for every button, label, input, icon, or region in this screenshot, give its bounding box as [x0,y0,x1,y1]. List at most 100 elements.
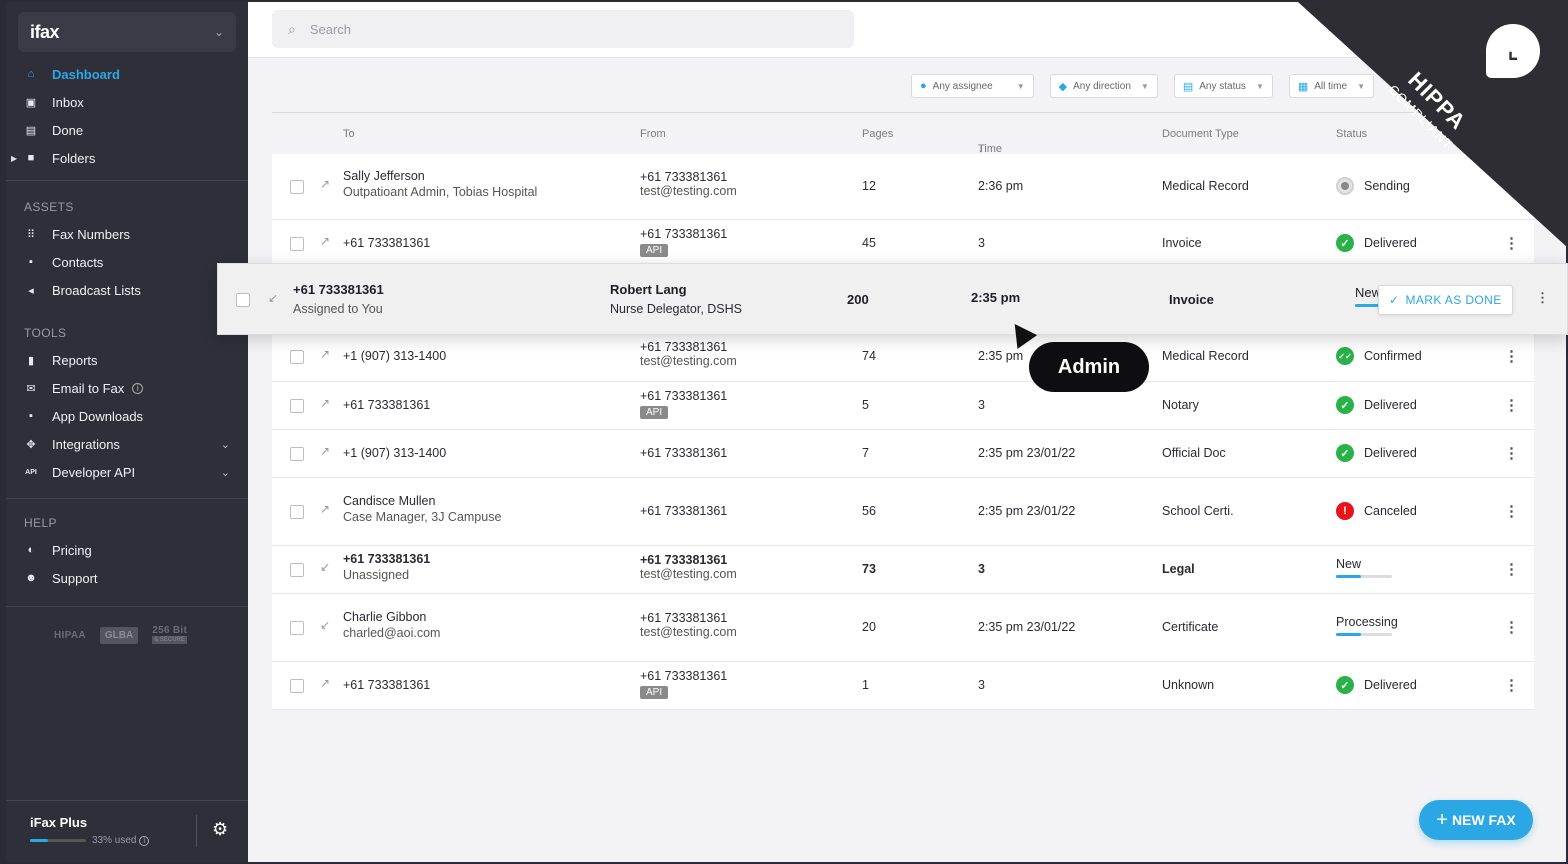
kebab-menu-icon[interactable]: ⋮ [1504,444,1519,462]
page-count: 12 [862,179,876,193]
status-badge: ✓✓ Confirmed [1336,347,1422,365]
to-value: +61 733381361 [343,398,431,412]
column-document-type[interactable]: Document Type [1162,128,1239,140]
fax-time: 2:36 pm [978,179,1024,193]
sidebar-item-reports[interactable]: ▮ Reports [6,346,248,374]
ifax-logo: ifax [30,21,60,42]
info-icon[interactable]: i [132,382,144,394]
column-from[interactable]: From [640,128,666,140]
table-row[interactable]: ↗ +1 (907) 313-1400 +61 733381361 test@t… [272,332,1534,382]
table-row[interactable]: ↗ +61 733381361 +61 733381361 API 1 3 Unkn… [272,662,1534,710]
chevron-down-icon: ▼ [1016,81,1025,91]
sidebar-item-dashboard[interactable]: ⌂ Dashboard [6,60,248,88]
page-count: 74 [862,349,876,363]
row-checkbox[interactable] [236,293,250,307]
sidebar-item-contacts[interactable]: ▪ Contacts [6,248,248,276]
from-email: test@testing.com [640,567,737,581]
kebab-menu-icon[interactable]: ⋮ [1504,560,1519,578]
sidebar-item-inbox[interactable]: ▣ Inbox [6,88,248,116]
tools-nav: TOOLS ▮ Reports ✉ Email to Fax i ▪ App D… [6,320,248,486]
home-icon: ⌂ [27,68,35,80]
from-value: +61 733381361 [640,611,728,625]
table-row[interactable]: ↙ Charlie Gibbon charled@aoi.com +61 733… [272,594,1534,662]
from-name: Robert Lang [610,282,687,297]
kebab-menu-icon[interactable]: ⋮ [1504,676,1519,694]
gear-icon[interactable]: ⚙ [212,819,228,840]
sidebar-item-done[interactable]: ▤ Done [6,116,248,144]
column-to[interactable]: To [343,128,355,140]
sidebar-item-email-to-fax[interactable]: ✉ Email to Fax i [6,374,248,402]
section-label-assets: ASSETS [24,200,74,214]
page-count: 45 [862,236,876,250]
status-progress: Processing [1336,615,1398,636]
from-email: test@testing.com [640,354,737,368]
page-count: 7 [862,446,869,460]
sidebar-item-support[interactable]: ☻ Support [6,564,248,592]
shield-icon: ⌞ [1486,24,1540,78]
document-type: School Certi. [1162,504,1234,518]
sidebar-item-folders[interactable]: ▶ ■ Folders [6,144,248,172]
inbox-icon: ▣ [25,96,37,109]
progress-bar [1336,633,1392,636]
to-value: Charlie Gibbon [343,610,427,624]
to-subtitle: Unassigned [343,568,410,582]
column-pages[interactable]: Pages [862,128,893,140]
row-checkbox[interactable] [290,180,304,194]
search-box[interactable]: ⌕ [272,10,854,48]
table-row[interactable]: ↙ +61 733381361 Unassigned +61 733381361… [272,546,1534,594]
progress-bar [1336,575,1392,578]
direction-arrow-icon: ↗ [320,234,331,248]
from-value: +61 733381361 [640,504,728,518]
filter-direction[interactable]: ◆ Any direction ▼ [1049,74,1158,98]
plan-panel: iFax Plus 33% used i ⚙ [6,800,248,862]
row-checkbox[interactable] [290,621,304,635]
row-checkbox[interactable] [290,563,304,577]
to-value: Candisce Mullen [343,494,436,508]
divider [6,180,248,181]
sidebar-item-fax-numbers[interactable]: ⠿ Fax Numbers [6,220,248,248]
new-fax-button[interactable]: + NEW FAX [1419,800,1533,840]
kebab-menu-icon[interactable]: ⋮ [1504,618,1519,636]
search-icon: ⌕ [288,20,296,37]
filter-assignee[interactable]: ● Any assignee ▼ [911,74,1034,98]
document-type: Notary [1162,398,1199,412]
table-row[interactable]: ↗ +1 (907) 313-1400 +61 733381361 7 2:35 … [272,430,1534,478]
mark-as-done-button[interactable]: ✓ MARK AS DONE [1378,285,1513,315]
kebab-menu-icon[interactable]: ⋮ [1536,290,1549,306]
workspace-switcher[interactable]: ifax ⌄ [18,12,236,52]
row-checkbox[interactable] [290,237,304,251]
plus-icon: + [1436,808,1448,831]
api-badge: API [640,244,669,257]
kebab-menu-icon[interactable]: ⋮ [1504,347,1519,365]
row-checkbox[interactable] [290,399,304,413]
status-badge: ! Canceled [1336,502,1417,520]
sidebar-item-app-downloads[interactable]: ▪ App Downloads [6,402,248,430]
row-checkbox[interactable] [290,505,304,519]
sidebar-item-developer-api[interactable]: API Developer API ⌄ [6,458,248,486]
grid-icon: ⠿ [26,228,36,241]
fax-time: 3 [978,398,985,412]
sidebar-item-integrations[interactable]: ✥ Integrations ⌄ [6,430,248,458]
sidebar-item-pricing[interactable]: ◐ Pricing [6,536,248,564]
to-value: +61 733381361 [343,236,431,250]
mail-icon: ✉ [26,382,36,395]
row-checkbox[interactable] [290,679,304,693]
sidebar-item-broadcast-lists[interactable]: ◂ Broadcast Lists [6,276,248,304]
dragged-table-row[interactable]: ↙ +61 733381361 Assigned to You Robert L… [217,263,1568,335]
fax-time: 3 [978,236,985,250]
divider [196,815,197,847]
to-value: +1 (907) 313-1400 [343,349,447,363]
kebab-menu-icon[interactable]: ⋮ [1504,502,1519,520]
table-row[interactable]: ↗ +61 733381361 +61 733381361 API 5 3 Nota… [272,382,1534,430]
kebab-menu-icon[interactable]: ⋮ [1504,396,1519,414]
hippa-compliant-ribbon: ⌞ HIPPA COMPLIANT [1298,2,1568,248]
search-input[interactable] [309,21,810,37]
document-type: Official Doc [1162,446,1226,460]
filter-status[interactable]: ▤ Any status ▼ [1173,74,1273,98]
direction-arrow-icon: ↗ [320,396,331,410]
row-checkbox[interactable] [290,447,304,461]
table-row[interactable]: ↗ Candisce Mullen Case Manager, 3J Campu… [272,478,1534,546]
caret-right-icon: ▶ [11,153,18,163]
row-checkbox[interactable] [290,350,304,364]
from-value: +61 733381361 [640,227,728,241]
